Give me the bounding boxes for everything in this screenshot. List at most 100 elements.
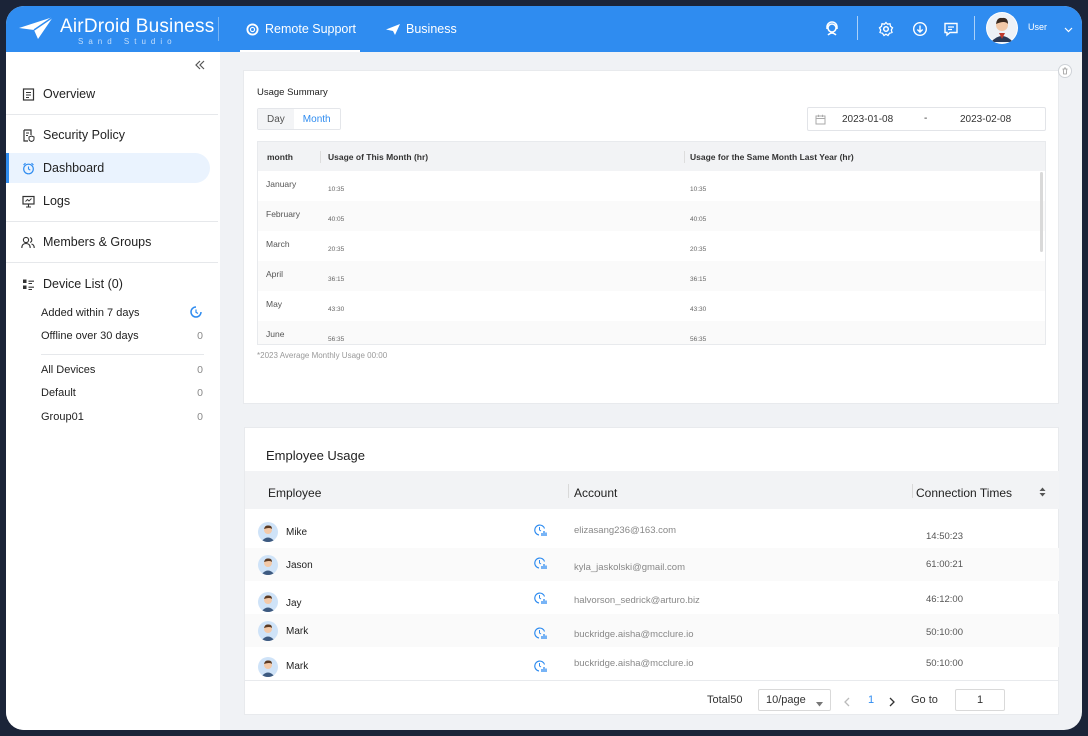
sidebar-item-logs[interactable]: Logs — [6, 186, 220, 216]
table-row: March 20:35 20:35 — [258, 231, 1045, 261]
table-row: Mark buckridge.aisha@mcclure.io 50:10:00 — [245, 647, 1059, 680]
avatar-icon — [987, 13, 1017, 43]
this-month-cell: 40:05 — [328, 216, 345, 223]
connection-time: 50:10:00 — [926, 658, 963, 669]
group-all-devices[interactable]: All Devices 0 — [41, 360, 203, 380]
this-month-cell: 10:35 — [328, 186, 345, 193]
tab-business[interactable]: Business — [386, 6, 457, 52]
gear-icon[interactable] — [875, 18, 897, 40]
employee-avatar — [258, 621, 278, 641]
users-icon — [21, 235, 35, 249]
table-row: Mike elizasang236@163.com 14:50:23 — [245, 515, 1059, 548]
employee-usage-title: Employee Usage — [266, 448, 365, 463]
goto-page-value: 1 — [976, 694, 984, 706]
usage-stats-icon[interactable] — [533, 523, 547, 540]
usage-summary-title: Usage Summary — [257, 87, 328, 98]
sidebar-divider — [41, 354, 204, 355]
app-window: AirDroid Business Sand Studio Remote Sup… — [6, 6, 1082, 730]
goto-page-input[interactable]: 1 — [955, 689, 1005, 711]
column-connection-times: Connection Times — [916, 486, 1013, 500]
headset-icon[interactable] — [821, 18, 843, 40]
table-row: Mark buckridge.aisha@mcclure.io 50:10:00 — [245, 614, 1059, 647]
toggle-day[interactable]: Day — [258, 109, 294, 129]
column-last-year: Usage for the Same Month Last Year (hr) — [690, 152, 854, 162]
caret-down-icon — [816, 698, 823, 710]
employee-account: halvorson_sedrick@arturo.biz — [574, 595, 700, 606]
group-label: Group01 — [41, 411, 84, 423]
employee-name: Mark — [286, 626, 309, 637]
date-separator: - — [924, 113, 928, 124]
this-month-cell: 20:35 — [328, 246, 345, 253]
paper-plane-icon — [386, 23, 400, 35]
group-label: All Devices — [41, 364, 96, 376]
brand-subtitle: Sand Studio — [78, 37, 177, 46]
current-page[interactable]: 1 — [868, 694, 874, 706]
column-divider — [568, 484, 569, 498]
loading-icon — [189, 305, 203, 322]
sort-icon[interactable] — [1039, 486, 1046, 500]
filter-label: Offline over 30 days — [41, 330, 139, 342]
user-name[interactable]: User — [1028, 22, 1047, 32]
usage-stats-icon[interactable] — [533, 626, 547, 643]
page-size-value: 10/page — [766, 694, 806, 706]
toggle-month[interactable]: Month — [293, 109, 340, 129]
sidebar-item-label: Dashboard — [43, 161, 105, 175]
document-icon — [21, 87, 35, 101]
sidebar-item-members-groups[interactable]: Members & Groups — [6, 227, 220, 257]
employee-avatar — [258, 522, 278, 542]
group-count: 0 — [197, 411, 203, 423]
lifebuoy-icon — [246, 22, 259, 36]
tab-remote-support[interactable]: Remote Support — [239, 6, 361, 52]
page-size-select[interactable]: 10/page — [758, 689, 831, 711]
usage-stats-icon[interactable] — [533, 556, 547, 573]
month-cell: May — [266, 299, 283, 309]
table-bottom-divider — [245, 680, 1059, 681]
goto-label: Go to — [911, 694, 938, 706]
usage-stats-icon[interactable] — [533, 659, 547, 676]
next-page-icon[interactable] — [888, 694, 896, 712]
sidebar-divider — [6, 114, 218, 115]
date-to[interactable]: 2023-02-08 — [960, 114, 1011, 125]
user-avatar[interactable] — [986, 12, 1018, 44]
column-account: Account — [574, 486, 618, 500]
last-year-cell: 43:30 — [690, 306, 707, 313]
filter-added-within-7-days[interactable]: Added within 7 days — [41, 303, 203, 323]
brand-logo[interactable]: AirDroid Business Sand Studio — [18, 12, 218, 46]
average-usage-note: *2023 Average Monthly Usage 00:00 — [257, 351, 388, 360]
tab-label: Remote Support — [265, 22, 357, 36]
sidebar-item-dashboard[interactable]: Dashboard — [6, 153, 210, 183]
connection-time: 61:00:21 — [926, 559, 963, 570]
column-divider — [912, 484, 913, 498]
month-cell: March — [266, 239, 290, 249]
group-group01[interactable]: Group01 0 — [41, 407, 203, 427]
alarm-clock-icon — [21, 161, 35, 175]
this-month-cell: 56:35 — [328, 336, 345, 343]
employee-avatar — [258, 657, 278, 677]
sidebar-item-security-policy[interactable]: Security Policy — [6, 120, 220, 150]
sidebar-item-overview[interactable]: Overview — [6, 79, 220, 109]
sidebar-item-device-list[interactable]: Device List (0) — [6, 269, 220, 299]
date-from[interactable]: 2023-01-08 — [842, 114, 893, 125]
trash-icon[interactable] — [1058, 64, 1072, 78]
table-row: February 40:05 40:05 — [258, 201, 1045, 231]
day-month-toggle: Day Month — [257, 108, 341, 130]
table-row: Jason kyla_jaskolski@gmail.com 61:00:21 — [245, 548, 1059, 581]
group-default[interactable]: Default 0 — [41, 383, 203, 403]
last-year-cell: 56:35 — [690, 336, 707, 343]
last-year-cell: 20:35 — [690, 246, 707, 253]
table-row: Jay halvorson_sedrick@arturo.biz 46:12:0… — [245, 581, 1059, 614]
table-scrollbar[interactable] — [1040, 172, 1043, 252]
message-icon[interactable] — [940, 18, 962, 40]
calendar-icon — [815, 114, 826, 128]
date-range-picker[interactable]: 2023-01-08 - 2023-02-08 — [807, 107, 1046, 131]
table-row: January 10:35 10:35 — [258, 171, 1045, 201]
download-icon[interactable] — [909, 18, 931, 40]
usage-stats-icon[interactable] — [533, 591, 547, 608]
column-divider — [684, 151, 685, 163]
filter-offline-over-30-days[interactable]: Offline over 30 days 0 — [41, 326, 203, 346]
prev-page-icon[interactable] — [843, 694, 851, 712]
collapse-sidebar-icon[interactable] — [194, 58, 206, 74]
filter-count: 0 — [197, 330, 203, 342]
month-cell: January — [266, 179, 297, 189]
chevron-down-icon[interactable] — [1064, 21, 1073, 39]
